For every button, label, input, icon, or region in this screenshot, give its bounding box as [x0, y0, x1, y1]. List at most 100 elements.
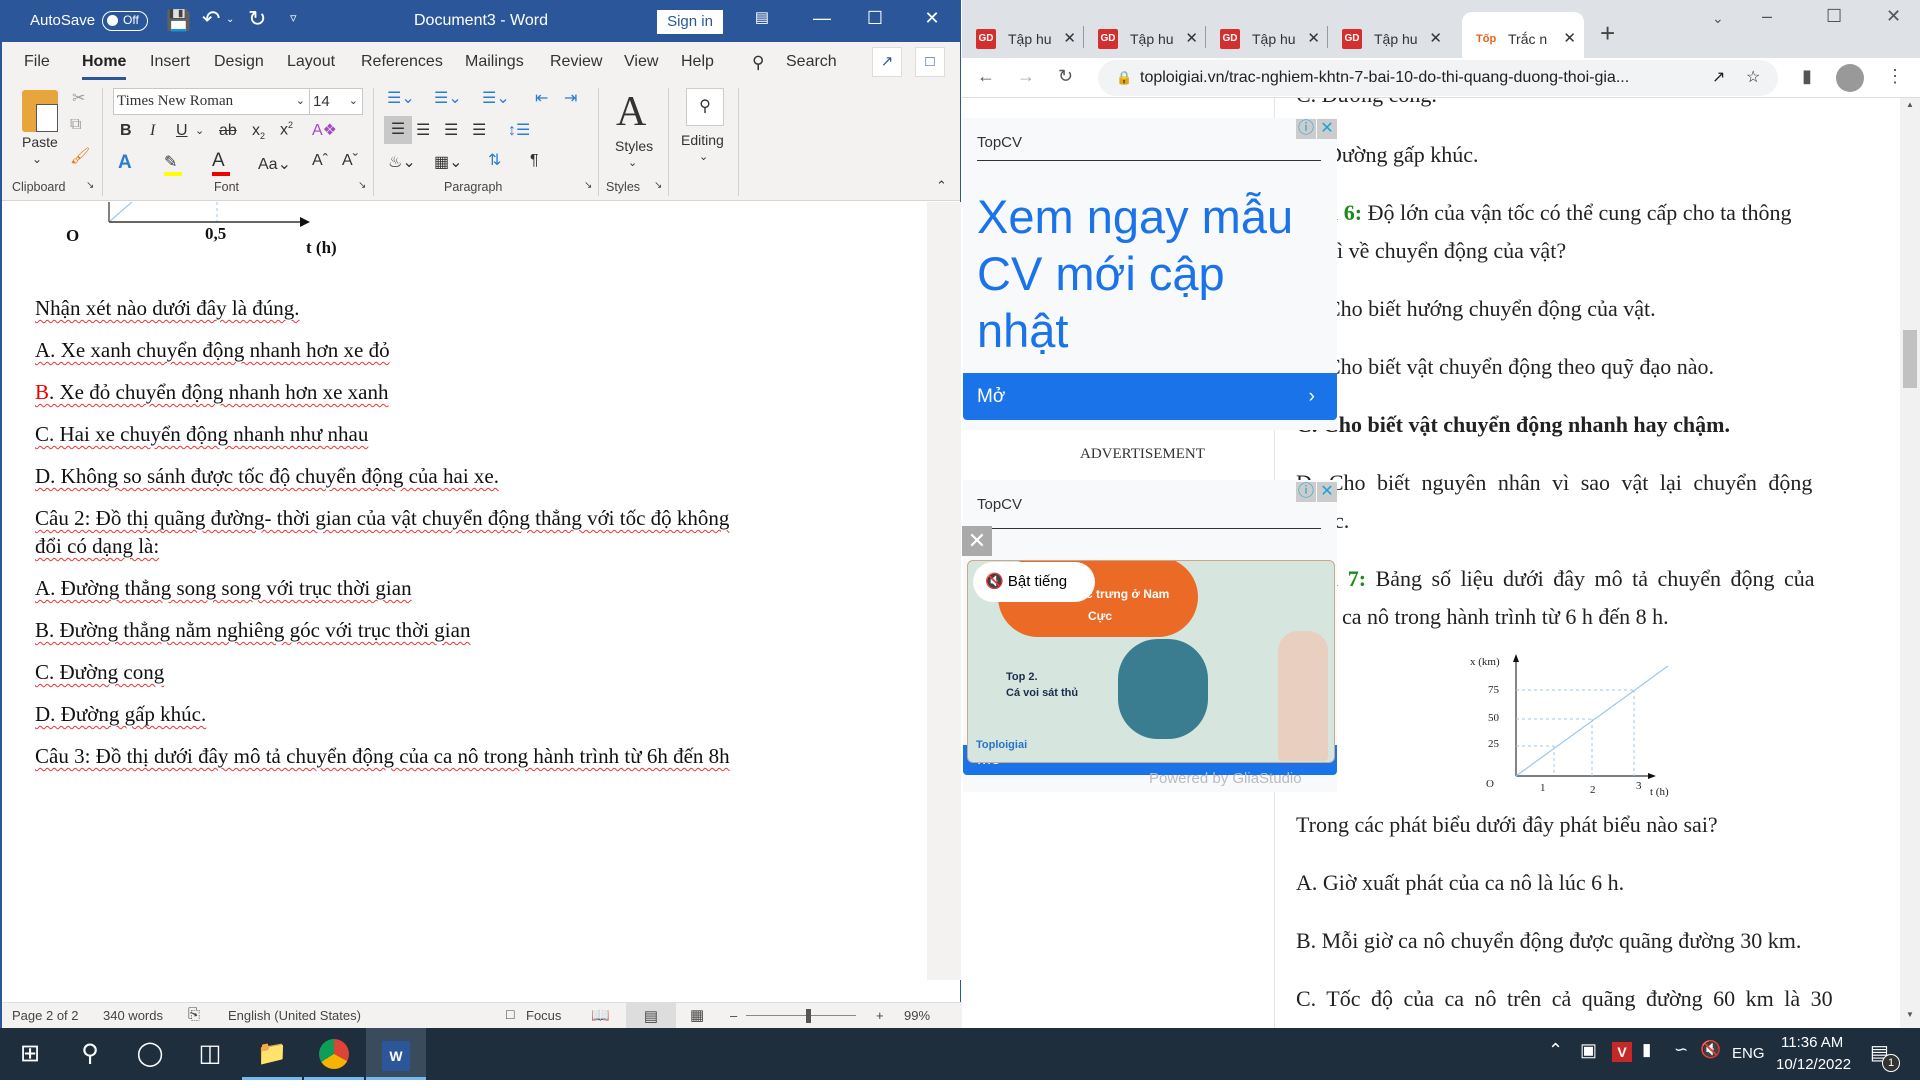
clipboard-launcher-icon[interactable]: ↘	[86, 180, 94, 191]
zoom-slider[interactable]	[746, 1015, 856, 1016]
share-icon[interactable]: ↗	[872, 47, 902, 77]
ribbon-display-icon[interactable]: ▤	[742, 8, 782, 26]
format-painter-icon[interactable]: 🖌	[70, 146, 90, 166]
decrease-indent-icon[interactable]: ⇤	[535, 88, 548, 108]
autosave-toggle[interactable]: Off	[102, 11, 148, 31]
justify-button[interactable]: ☰	[472, 120, 486, 140]
tab-close-icon[interactable]: ✕	[1185, 29, 1198, 47]
save-icon[interactable]: 💾	[166, 8, 191, 33]
tab-review[interactable]: Review	[550, 53, 602, 71]
clock-date[interactable]: 10/12/2022	[1776, 1056, 1851, 1073]
battery-icon[interactable]: ▮	[1642, 1040, 1651, 1060]
numbering-icon[interactable]: ☰⌄	[434, 88, 462, 108]
ad-open-button[interactable]: Mở ›	[963, 373, 1337, 420]
scroll-up-icon[interactable]: ▲	[1906, 100, 1914, 109]
italic-button[interactable]: I	[150, 122, 155, 140]
word-taskbar-icon[interactable]: W	[366, 1028, 426, 1080]
styles-icon[interactable]: A	[616, 88, 646, 136]
file-explorer-icon[interactable]: 📁	[242, 1028, 302, 1080]
ad-close-icon[interactable]: ✕	[1317, 482, 1337, 502]
line-spacing-icon[interactable]: ↕☰	[508, 120, 530, 140]
forward-button[interactable]: →	[1017, 66, 1035, 87]
ad-close-icon[interactable]: ✕	[1317, 119, 1337, 139]
shrink-font-button[interactable]: Aˇ	[342, 152, 358, 170]
language-indicator[interactable]: English (United States)	[228, 1008, 361, 1023]
comments-icon[interactable]: □	[915, 47, 945, 77]
zoom-out-button[interactable]: –	[730, 1008, 737, 1023]
find-icon[interactable]: ⚲	[686, 88, 724, 126]
tab-search-icon[interactable]: ⌄	[1712, 10, 1724, 27]
underline-button[interactable]: U	[176, 122, 188, 140]
address-bar[interactable]: 🔒 toploigiai.vn/trac-nghiem-khtn-7-bai-1…	[1098, 60, 1778, 96]
styles-dropdown-icon[interactable]: ⌄	[628, 156, 637, 169]
search-box[interactable]: Search	[786, 53, 837, 71]
bullets-icon[interactable]: ☰⌄	[387, 88, 415, 108]
page-count[interactable]: Page 2 of 2	[12, 1008, 79, 1023]
chrome-taskbar-icon[interactable]	[304, 1028, 364, 1080]
show-formatting-icon[interactable]: ¶	[530, 152, 539, 170]
paragraph-launcher-icon[interactable]: ↘	[584, 180, 592, 191]
font-name-select[interactable]: Times New Roman ⌄	[113, 88, 310, 115]
paste-dropdown-icon[interactable]: ⌄	[32, 152, 42, 166]
web-layout-icon[interactable]: ▦	[690, 1006, 704, 1024]
zoom-level[interactable]: 99%	[904, 1008, 930, 1023]
reload-button[interactable]: ↻	[1058, 66, 1073, 87]
tab-close-icon[interactable]: ✕	[1063, 29, 1076, 47]
lock-icon[interactable]: 🔒	[1116, 60, 1132, 96]
tab-insert[interactable]: Insert	[150, 53, 190, 71]
font-color-icon[interactable]: A	[212, 150, 230, 176]
new-tab-button[interactable]: +	[1600, 18, 1615, 49]
tab-references[interactable]: References	[361, 53, 443, 71]
font-launcher-icon[interactable]: ↘	[358, 180, 366, 191]
scroll-down-icon[interactable]: ▼	[1906, 1010, 1914, 1019]
browser-tab[interactable]: GD Tập hu ✕	[962, 12, 1084, 58]
tab-mailings[interactable]: Mailings	[465, 53, 524, 71]
paste-button[interactable]: Paste	[22, 134, 58, 150]
profile-avatar[interactable]	[1836, 64, 1864, 92]
align-right-button[interactable]: ☰	[444, 120, 458, 140]
collapse-ribbon-icon[interactable]: ⌃	[936, 178, 947, 194]
grow-font-button[interactable]: Aˆ	[312, 152, 328, 170]
paste-icon[interactable]	[22, 90, 58, 132]
shading-icon[interactable]: ♨⌄	[388, 152, 416, 172]
ad-headline[interactable]: Xem ngay mẫu CV mới cập nhật	[977, 188, 1327, 359]
wifi-icon[interactable]: ∽	[1674, 1040, 1688, 1060]
tab-view[interactable]: View	[624, 53, 658, 71]
bold-button[interactable]: B	[120, 122, 132, 140]
align-center-button[interactable]: ☰	[416, 120, 430, 140]
start-button[interactable]: ⊞	[0, 1028, 60, 1080]
tab-home[interactable]: Home	[82, 53, 127, 80]
zoom-slider-thumb[interactable]	[806, 1009, 811, 1023]
search-icon[interactable]: ⚲	[752, 53, 764, 73]
word-count[interactable]: 340 words	[103, 1008, 163, 1023]
undo-icon[interactable]: ↶	[202, 6, 220, 32]
sort-icon[interactable]: ⇅	[488, 150, 501, 170]
align-left-button[interactable]: ☰	[384, 116, 412, 144]
maximize-button[interactable]: ☐	[855, 8, 895, 29]
url-text[interactable]: toploigiai.vn/trac-nghiem-khtn-7-bai-10-…	[1140, 69, 1629, 86]
search-icon[interactable]: ⚲	[60, 1028, 120, 1080]
browser-tab-active[interactable]: Tốp Trắc n ✕	[1462, 12, 1584, 58]
clear-formatting-icon[interactable]: A❖	[312, 120, 337, 140]
multilevel-list-icon[interactable]: ☰⌄	[482, 88, 510, 108]
customize-qat-icon[interactable]: ▿	[290, 10, 297, 26]
clock-time[interactable]: 11:36 AM	[1781, 1034, 1843, 1051]
document-scrollbar[interactable]	[927, 202, 961, 980]
ad-info-icon[interactable]: ⓘ	[1296, 482, 1316, 502]
bookmark-star-icon[interactable]: ☆	[1746, 60, 1760, 96]
tab-file[interactable]: File	[24, 53, 50, 71]
tab-close-icon[interactable]: ✕	[1307, 29, 1320, 47]
task-view-icon[interactable]: ◫	[180, 1028, 240, 1080]
read-mode-icon[interactable]: 📖	[591, 1006, 610, 1024]
print-layout-icon[interactable]: ▤	[626, 1003, 676, 1028]
cortana-icon[interactable]: ◯	[120, 1028, 180, 1080]
page-scrollbar[interactable]: ▲ ▼	[1900, 98, 1920, 1028]
change-case-button[interactable]: Aa⌄	[258, 154, 291, 174]
volume-muted-icon[interactable]: 🔇	[1700, 1040, 1721, 1060]
tab-close-icon[interactable]: ✕	[1563, 29, 1576, 47]
scrollbar-thumb[interactable]	[1903, 330, 1917, 388]
antivirus-icon[interactable]: V	[1612, 1042, 1632, 1062]
sign-in-button[interactable]: Sign in	[657, 10, 723, 34]
video-close-icon[interactable]: ✕	[962, 526, 992, 556]
minimize-button[interactable]: —	[802, 8, 842, 29]
